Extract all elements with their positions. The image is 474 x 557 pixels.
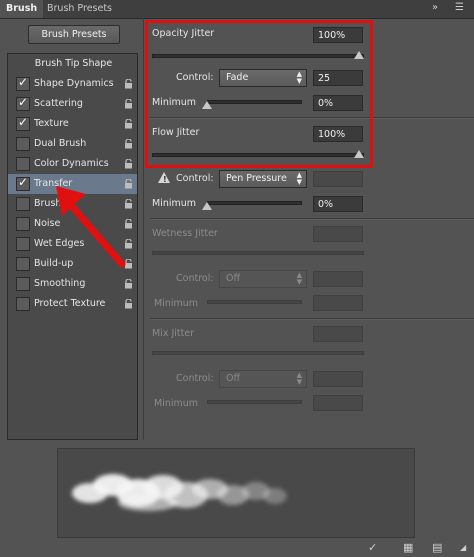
wetness-control-number xyxy=(313,271,363,287)
brush-check-icon[interactable]: ✓ xyxy=(368,541,377,554)
lock-icon[interactable] xyxy=(124,139,133,149)
checkmark-icon: ✓ xyxy=(18,115,29,129)
brush-setting-texture[interactable]: ✓ Texture xyxy=(8,114,137,134)
wetness-control-value: Off xyxy=(226,273,241,284)
separator xyxy=(150,318,474,320)
mix-control-number xyxy=(313,371,363,387)
new-preset-icon[interactable]: ▤ xyxy=(432,541,442,554)
brush-setting-label: Protect Texture xyxy=(34,298,106,309)
resize-grip-icon[interactable]: ◢ xyxy=(460,543,466,552)
checkbox[interactable]: ✓ xyxy=(16,95,30,111)
brush-setting-smoothing[interactable]: Smoothing xyxy=(8,274,137,294)
brush-setting-label: Color Dynamics xyxy=(34,158,109,169)
grid-icon[interactable]: ▦ xyxy=(403,541,413,554)
checkbox[interactable] xyxy=(16,297,30,311)
brush-setting-label: Dual Brush xyxy=(34,138,87,149)
mix-jitter-slider xyxy=(152,351,364,355)
checkmark-icon: ✓ xyxy=(18,175,29,189)
lock-icon[interactable] xyxy=(124,299,133,309)
checkmark-icon: ✓ xyxy=(18,75,29,89)
flow-control-number xyxy=(313,171,363,187)
mix-control-label: Control: xyxy=(176,373,214,384)
brush-stroke-image xyxy=(72,474,287,511)
mix-minimum-slider xyxy=(207,400,302,404)
tab-brush[interactable]: Brush xyxy=(0,0,44,18)
flow-control-select[interactable]: Pen Pressure ▲ ▼ xyxy=(219,170,307,188)
bottom-bar: ✓ ▦ ▤ ◢ xyxy=(0,541,474,557)
lock-icon[interactable] xyxy=(124,119,133,129)
wetness-control-label: Control: xyxy=(176,273,214,284)
select-arrows-icon: ▲ ▼ xyxy=(296,171,302,186)
tab-brush-presets[interactable]: Brush Presets xyxy=(41,0,118,18)
checkbox[interactable] xyxy=(16,277,30,291)
lock-icon[interactable] xyxy=(124,99,133,109)
flow-minimum-field[interactable]: 0% xyxy=(313,196,363,212)
brush-setting-label: Scattering xyxy=(34,98,83,109)
brush-tip-shape-item[interactable]: Brush Tip Shape xyxy=(8,54,139,74)
wetness-minimum-field xyxy=(313,295,363,311)
tab-bar: Brush Brush Presets » ☰ xyxy=(0,0,474,19)
checkbox[interactable]: ✓ xyxy=(16,75,30,91)
brush-setting-color-dynamics[interactable]: Color Dynamics xyxy=(8,154,137,174)
checkbox[interactable] xyxy=(16,237,30,251)
flow-minimum-knob[interactable] xyxy=(202,202,212,210)
flow-control-label: Control: xyxy=(176,173,214,184)
separator xyxy=(150,218,474,220)
checkbox[interactable] xyxy=(16,157,30,171)
brush-setting-label: Texture xyxy=(34,118,69,129)
checkbox[interactable] xyxy=(16,137,30,151)
checkmark-icon: ✓ xyxy=(18,95,29,109)
lock-icon[interactable] xyxy=(124,159,133,169)
mix-jitter-field xyxy=(313,326,363,342)
wetness-jitter-slider xyxy=(152,251,364,255)
brush-setting-dual-brush[interactable]: Dual Brush xyxy=(8,134,137,154)
highlight-box xyxy=(145,20,373,168)
mix-minimum-label: Minimum xyxy=(154,398,199,409)
wetness-minimum-slider xyxy=(207,300,302,304)
brush-presets-button[interactable]: Brush Presets xyxy=(28,25,120,44)
panel-menu-icon[interactable]: ☰ xyxy=(455,2,464,13)
wetness-minimum-label: Minimum xyxy=(154,298,199,309)
mix-control-select: Off ▲ ▼ xyxy=(219,370,307,388)
brush-stroke-preview xyxy=(57,448,415,538)
wetness-jitter-label: Wetness Jitter xyxy=(152,228,218,239)
brush-setting-protect-texture[interactable]: Protect Texture xyxy=(8,294,137,314)
checkbox[interactable]: ✓ xyxy=(16,175,30,191)
brush-setting-label: Smoothing xyxy=(34,278,86,289)
brush-setting-scattering[interactable]: ✓ Scattering xyxy=(8,94,137,114)
checkbox[interactable] xyxy=(16,217,30,231)
brush-setting-shape-dynamics[interactable]: ✓ Shape Dynamics xyxy=(8,74,137,94)
brush-setting-label: Shape Dynamics xyxy=(34,78,114,89)
checkbox[interactable]: ✓ xyxy=(16,115,30,131)
flow-minimum-slider[interactable] xyxy=(207,201,302,205)
flow-control-value: Pen Pressure xyxy=(226,173,287,184)
annotation-arrow xyxy=(56,186,126,268)
wetness-control-select: Off ▲ ▼ xyxy=(219,270,307,288)
mix-jitter-label: Mix Jitter xyxy=(152,328,195,339)
divider xyxy=(143,18,144,440)
wetness-jitter-field xyxy=(313,226,363,242)
double-chevron-right-icon[interactable]: » xyxy=(432,2,438,13)
select-arrows-icon: ▲ ▼ xyxy=(296,271,302,286)
checkbox[interactable] xyxy=(16,257,30,271)
select-arrows-icon: ▲ ▼ xyxy=(296,371,302,386)
lock-icon[interactable] xyxy=(124,79,133,89)
checkbox[interactable] xyxy=(16,197,30,211)
mix-control-value: Off xyxy=(226,373,241,384)
flow-minimum-label: Minimum xyxy=(152,198,197,209)
warning-icon-mark: ! xyxy=(163,175,167,184)
lock-icon[interactable] xyxy=(124,279,133,289)
mix-minimum-field xyxy=(313,395,363,411)
